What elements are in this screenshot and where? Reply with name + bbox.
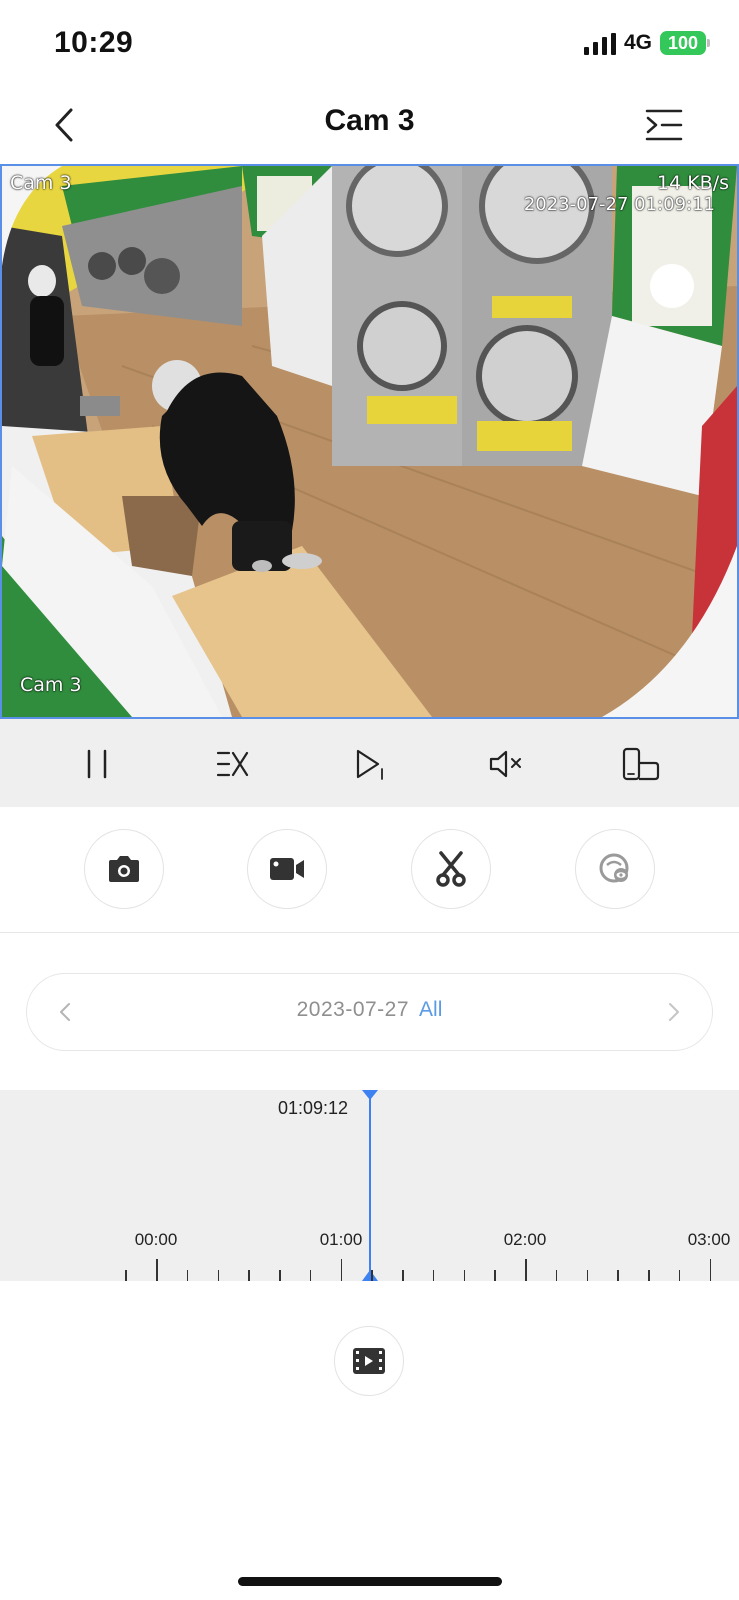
timeline-minor-tick (494, 1270, 496, 1281)
film-strip-icon (353, 1348, 385, 1374)
face-detect-button[interactable] (575, 829, 655, 909)
section-divider (0, 932, 739, 933)
list-menu-icon[interactable] (644, 106, 684, 144)
pause-icon (87, 749, 107, 779)
timeline-hour-tick (156, 1259, 158, 1281)
timeline-minor-tick (432, 1270, 435, 1281)
camera-video-feed[interactable]: Cam 3 14 KB/s 2023-07-27 01:09:11 Cam 3 (0, 164, 739, 719)
selected-date: 2023-07-27 (296, 998, 410, 1021)
timeline-minor-tick (309, 1270, 312, 1281)
record-video-icon (270, 858, 304, 880)
landscape-rotate-icon (622, 747, 660, 781)
status-bar: 10:29 4G 100 (0, 0, 739, 90)
timeline-minor-tick (217, 1270, 219, 1281)
battery-indicator: 100 (660, 31, 706, 55)
home-indicator (238, 1577, 502, 1586)
timeline-minor-tick (279, 1270, 281, 1281)
timeline-minor-tick (463, 1270, 465, 1281)
playhead-top-arrow-icon (362, 1090, 378, 1100)
timeline-minor-tick (586, 1270, 588, 1281)
network-type: 4G (624, 31, 653, 54)
next-day-button[interactable] (656, 994, 692, 1030)
record-button[interactable] (247, 829, 327, 909)
timeline-hour-tick (709, 1259, 711, 1281)
timeline-playhead[interactable] (369, 1090, 371, 1281)
timeline-hour-tick (525, 1259, 527, 1281)
timeline-minor-tick (678, 1270, 681, 1281)
playback-speed-button[interactable] (206, 737, 260, 791)
camera-label-top: Cam 3 (10, 172, 72, 194)
timeline-minor-tick (371, 1270, 373, 1281)
clip-button[interactable] (411, 829, 491, 909)
date-display[interactable]: 2023-07-27 All (27, 998, 712, 1022)
timeline-hour-label: 03:00 (687, 1230, 731, 1249)
event-filter[interactable]: All (419, 998, 442, 1021)
timeline-hour-label: 01:00 (319, 1230, 363, 1249)
battery-cap (707, 39, 710, 47)
cellular-signal-icon (584, 33, 616, 55)
status-time: 10:29 (54, 26, 134, 59)
video-timestamp: 2023-07-27 01:09:11 (523, 194, 715, 215)
mute-icon (489, 750, 521, 778)
timeline-hour-tick (340, 1259, 342, 1281)
timeline-minor-tick (186, 1270, 189, 1281)
camera-scene (2, 166, 737, 717)
snapshot-button[interactable] (84, 829, 164, 909)
pause-button[interactable] (70, 737, 124, 791)
timeline-minor-tick (617, 1270, 619, 1281)
recordings-list-button[interactable] (334, 1326, 404, 1396)
timeline-current-time: 01:09:12 (278, 1098, 349, 1118)
snapshot-camera-icon (109, 856, 139, 882)
page-title: Cam 3 (324, 104, 415, 137)
timeline-minor-tick (648, 1270, 650, 1281)
timeline-minor-tick (248, 1270, 250, 1281)
playhead-bottom-arrow-icon (362, 1270, 378, 1281)
date-selector: 2023-07-27 All (26, 973, 713, 1051)
timeline-minor-tick (125, 1270, 127, 1281)
timeline-minor-tick (402, 1270, 404, 1281)
playback-timeline[interactable]: 01:09:12 00:00 01:00 02:00 03:00 (0, 1090, 739, 1281)
chevron-right-icon (669, 1003, 679, 1021)
timeline-hour-label: 02:00 (503, 1230, 547, 1249)
timeline-hour-label: 00:00 (134, 1230, 178, 1249)
rotate-fullscreen-button[interactable] (614, 737, 668, 791)
play-next-icon (356, 749, 383, 780)
play-next-button[interactable] (343, 737, 397, 791)
playback-speed-icon (216, 751, 249, 777)
face-detect-icon (599, 853, 629, 883)
timeline-minor-tick (555, 1270, 558, 1281)
clip-scissors-icon (436, 851, 466, 887)
playback-controls (0, 719, 739, 807)
camera-label-bottom: Cam 3 (20, 674, 82, 696)
bitrate-readout: 14 KB/s (656, 172, 729, 194)
mute-button[interactable] (479, 737, 533, 791)
